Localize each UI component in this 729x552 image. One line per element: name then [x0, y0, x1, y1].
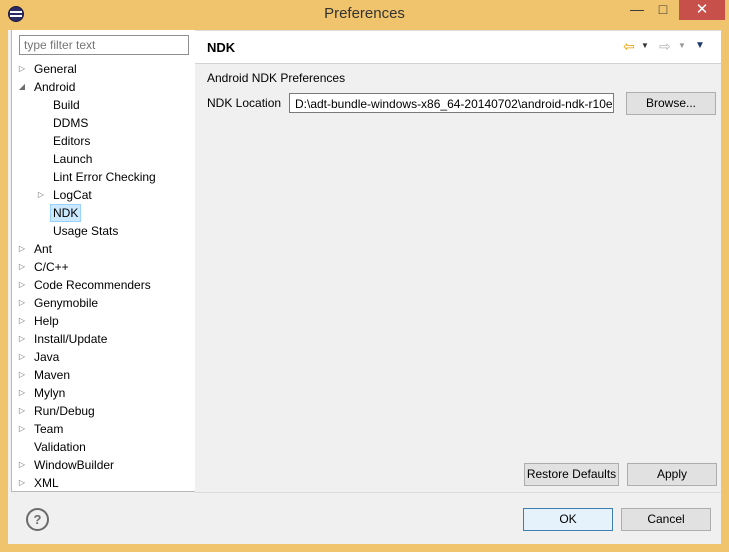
tree-item[interactable]: ▷ WindowBuilder [12, 456, 195, 474]
tree-item[interactable]: Launch [12, 150, 195, 168]
collapsed-arrow-icon[interactable]: ▷ [17, 330, 27, 348]
section-label: Android NDK Preferences [207, 71, 346, 85]
forward-menu-chevron-down-icon[interactable]: ▼ [678, 38, 686, 54]
tree-item[interactable]: ▷ Java [12, 348, 195, 366]
tree-item[interactable]: DDMS [12, 114, 195, 132]
tree-item[interactable]: ▷ Install/Update [12, 330, 195, 348]
window-title: Preferences [324, 5, 405, 22]
tree-item-label: Launch [53, 152, 93, 166]
collapsed-arrow-icon[interactable]: ▷ [17, 384, 27, 402]
tree-item-label: WindowBuilder [34, 458, 115, 472]
ndk-location-field[interactable]: D:\adt-bundle-windows-x86_64-20140702\an… [289, 93, 614, 113]
tree-item[interactable]: Editors [12, 132, 195, 150]
tree-item-label: Code Recommenders [34, 278, 151, 292]
collapsed-arrow-icon[interactable]: ▷ [17, 456, 27, 474]
collapsed-arrow-icon[interactable]: ▷ [17, 60, 27, 78]
back-menu-chevron-down-icon[interactable]: ▼ [641, 38, 649, 54]
tree-item-label: Mylyn [34, 386, 66, 400]
ndk-location-label: NDK Location [207, 96, 282, 110]
tree-item[interactable]: ▷ Genymobile [12, 294, 195, 312]
tree-item[interactable]: ▷ XML [12, 474, 195, 492]
page-navigation: ⇦ ▼ ⇨ ▼ ▼ [623, 38, 713, 54]
browse-button[interactable]: Browse... [626, 92, 716, 115]
expanded-arrow-icon[interactable]: ◢ [17, 78, 27, 96]
apply-button[interactable]: Apply [627, 463, 717, 486]
tree-item[interactable]: ▷ Ant [12, 240, 195, 258]
collapsed-arrow-icon[interactable]: ▷ [36, 186, 46, 204]
tree-item[interactable]: Build [12, 96, 195, 114]
tree-item[interactable]: ▷ Mylyn [12, 384, 195, 402]
tree-item-label: Install/Update [34, 332, 108, 346]
tree-item-label: DDMS [53, 116, 89, 130]
tree-item-label: Java [34, 350, 60, 364]
tree-item-label: XML [34, 476, 59, 490]
tree-item-label: Run/Debug [34, 404, 95, 418]
collapsed-arrow-icon[interactable]: ▷ [17, 420, 27, 438]
tree-item-label: Validation [34, 440, 86, 454]
page-title: NDK [207, 40, 236, 55]
collapsed-arrow-icon[interactable]: ▷ [17, 366, 27, 384]
collapsed-arrow-icon[interactable]: ▷ [17, 258, 27, 276]
preference-page: NDK ⇦ ▼ ⇨ ▼ ▼ Android NDK Preferences ND… [195, 30, 721, 493]
tree-item[interactable]: ◢ Android [12, 78, 195, 96]
collapsed-arrow-icon[interactable]: ▷ [17, 294, 27, 312]
tree-item-label: Usage Stats [53, 224, 119, 238]
tree-item[interactable]: ▷ Help [12, 312, 195, 330]
tree-item-label: Ant [34, 242, 53, 256]
tree-item-label: LogCat [53, 188, 92, 202]
tree-item[interactable]: ▷ Team [12, 420, 195, 438]
tree-item[interactable]: Usage Stats [12, 222, 195, 240]
tree-item[interactable]: Lint Error Checking [12, 168, 195, 186]
tree-item[interactable]: NDK [12, 204, 195, 222]
preferences-window: Preferences — □ ✕ ▷ General ◢ Android Build D… [0, 0, 729, 552]
maximize-button[interactable]: □ [651, 0, 675, 20]
tree-item-label: Editors [53, 134, 91, 148]
ok-button[interactable]: OK [523, 508, 613, 531]
tree-item-label: Genymobile [34, 296, 99, 310]
restore-defaults-button[interactable]: Restore Defaults [524, 463, 619, 486]
filter-input[interactable] [19, 35, 189, 55]
tree-item[interactable]: ▷ Code Recommenders [12, 276, 195, 294]
tree-item-label: Maven [34, 368, 71, 382]
back-arrow-icon[interactable]: ⇦ [623, 38, 635, 54]
collapsed-arrow-icon[interactable]: ▷ [17, 348, 27, 366]
tree-item-label: NDK [50, 204, 82, 222]
dialog-client: ▷ General ◢ Android Build DDMS Editors Launch Li… [8, 30, 721, 544]
minimize-button[interactable]: — [625, 0, 649, 20]
tree-item[interactable]: ▷ General [12, 60, 195, 78]
close-button[interactable]: ✕ [679, 0, 725, 20]
tree-item[interactable]: ▷ Run/Debug [12, 402, 195, 420]
tree-item-label: Team [34, 422, 64, 436]
help-icon[interactable]: ? [26, 508, 49, 531]
tree-item-label: Lint Error Checking [53, 170, 156, 184]
cancel-button[interactable]: Cancel [621, 508, 711, 531]
tree-item-label: C/C++ [34, 260, 69, 274]
tree-item[interactable]: ▷ C/C++ [12, 258, 195, 276]
collapsed-arrow-icon[interactable]: ▷ [17, 402, 27, 420]
tree-item[interactable]: ▷ LogCat [12, 186, 195, 204]
title-bar[interactable]: Preferences — □ ✕ [0, 0, 729, 28]
collapsed-arrow-icon[interactable]: ▷ [17, 474, 27, 492]
tree-item-label: Build [53, 98, 80, 112]
tree-item[interactable]: ▷ Maven [12, 366, 195, 384]
forward-arrow-icon[interactable]: ⇨ [659, 38, 671, 54]
tree-item-label: Help [34, 314, 59, 328]
view-menu-chevron-down-icon[interactable]: ▼ [695, 38, 705, 54]
collapsed-arrow-icon[interactable]: ▷ [17, 240, 27, 258]
tree-item-label: General [34, 62, 77, 76]
collapsed-arrow-icon[interactable]: ▷ [17, 312, 27, 330]
page-header: NDK ⇦ ▼ ⇨ ▼ ▼ [195, 31, 721, 64]
tree-item-label: Android [34, 80, 76, 94]
tree-item[interactable]: Validation [12, 438, 195, 456]
collapsed-arrow-icon[interactable]: ▷ [17, 276, 27, 294]
tree-panel: ▷ General ◢ Android Build DDMS Editors Launch Li… [11, 30, 196, 492]
